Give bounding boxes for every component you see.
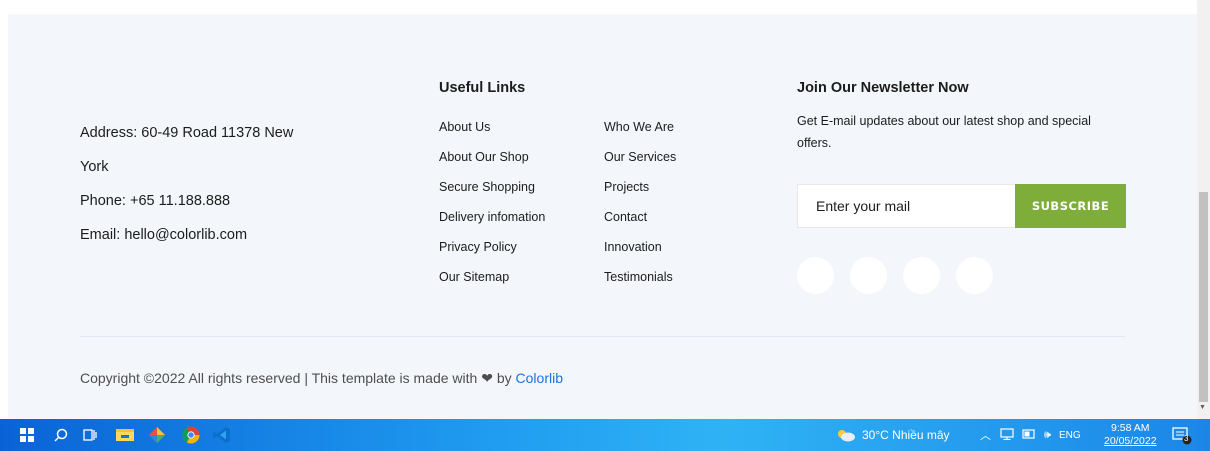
link-privacy-policy[interactable]: Privacy Policy xyxy=(439,232,545,262)
footer: Address: 60-49 Road 11378 New York Phone… xyxy=(8,14,1197,419)
volume-icon[interactable]: 🕪 xyxy=(1044,429,1051,442)
link-our-sitemap[interactable]: Our Sitemap xyxy=(439,262,545,292)
file-explorer-icon[interactable] xyxy=(115,425,135,445)
sourcetree-icon[interactable] xyxy=(147,425,167,445)
newsletter-description: Get E-mail updates about our latest shop… xyxy=(797,114,1091,150)
address-line-1: Address: 60-49 Road 11378 New xyxy=(80,125,294,141)
link-who-we-are[interactable]: Who We Are xyxy=(604,112,676,142)
colorlib-link[interactable]: Colorlib xyxy=(516,370,563,386)
copyright-by: by xyxy=(496,370,512,386)
heart-icon: ❤ xyxy=(481,370,493,386)
link-about-us[interactable]: About Us xyxy=(439,112,545,142)
pinterest-icon[interactable] xyxy=(956,257,993,294)
facebook-icon[interactable] xyxy=(797,257,834,294)
weather-widget[interactable]: 30°C Nhiều mây xyxy=(836,419,950,451)
link-testimonials[interactable]: Testimonials xyxy=(604,262,676,292)
address-line-2: York xyxy=(80,159,109,175)
network-icon[interactable] xyxy=(1000,427,1014,443)
email: Email: hello@colorlib.com xyxy=(80,227,248,243)
task-view-icon[interactable] xyxy=(80,425,100,445)
instagram-icon[interactable] xyxy=(850,257,887,294)
notification-center-icon[interactable]: 3 xyxy=(1172,425,1192,445)
page: Address: 60-49 Road 11378 New York Phone… xyxy=(0,0,1197,419)
language-indicator[interactable]: ENG xyxy=(1059,430,1081,441)
social-links xyxy=(797,257,993,294)
links-column-1: About Us About Our Shop Secure Shopping … xyxy=(439,112,545,292)
clock-date: 20/05/2022 xyxy=(1104,435,1157,447)
clock-time: 9:58 AM xyxy=(1111,422,1150,434)
link-contact[interactable]: Contact xyxy=(604,202,676,232)
twitter-icon[interactable] xyxy=(903,257,940,294)
newsletter-title: Join Our Newsletter Now xyxy=(797,80,969,96)
link-innovation[interactable]: Innovation xyxy=(604,232,676,262)
cloud-icon xyxy=(836,428,856,442)
copyright: Copyright ©2022 All rights reserved | Th… xyxy=(80,370,563,387)
search-icon[interactable] xyxy=(51,425,71,445)
scrollbar-thumb[interactable] xyxy=(1199,192,1208,402)
newsletter-form: SUBSCRIBE xyxy=(797,184,1126,228)
page-scrollbar[interactable]: ▼ xyxy=(1197,0,1210,419)
subscribe-button[interactable]: SUBSCRIBE xyxy=(1015,184,1126,228)
link-our-services[interactable]: Our Services xyxy=(604,142,676,172)
weather-text: 30°C Nhiều mây xyxy=(862,428,950,442)
link-secure-shopping[interactable]: Secure Shopping xyxy=(439,172,545,202)
link-delivery-information[interactable]: Delivery infomation xyxy=(439,202,545,232)
useful-links-title: Useful Links xyxy=(439,80,526,96)
clock[interactable]: 9:58 AM 20/05/2022 xyxy=(1104,422,1157,448)
phone: Phone: +65 11.188.888 xyxy=(80,193,231,209)
copyright-text: Copyright ©2022 All rights reserved | Th… xyxy=(80,370,478,386)
notification-count: 3 xyxy=(1184,434,1189,443)
contact-info: Address: 60-49 Road 11378 New York Phone… xyxy=(80,116,320,252)
system-tray: ︿ 🕪 ENG xyxy=(980,419,1081,451)
scroll-down-arrow-icon[interactable]: ▼ xyxy=(1199,404,1206,411)
vscode-icon[interactable] xyxy=(212,425,232,445)
link-about-our-shop[interactable]: About Our Shop xyxy=(439,142,545,172)
windows-start-icon[interactable] xyxy=(17,425,37,445)
windows-taskbar: 30°C Nhiều mây ︿ 🕪 ENG 9:58 AM 20/05/202… xyxy=(0,419,1210,451)
chrome-icon[interactable] xyxy=(181,425,201,445)
battery-icon[interactable] xyxy=(1022,428,1036,443)
newsletter-email-input[interactable] xyxy=(797,184,1015,228)
links-column-2: Who We Are Our Services Projects Contact… xyxy=(604,112,676,292)
chevron-up-icon[interactable]: ︿ xyxy=(980,427,991,443)
link-projects[interactable]: Projects xyxy=(604,172,676,202)
footer-divider xyxy=(80,336,1125,337)
